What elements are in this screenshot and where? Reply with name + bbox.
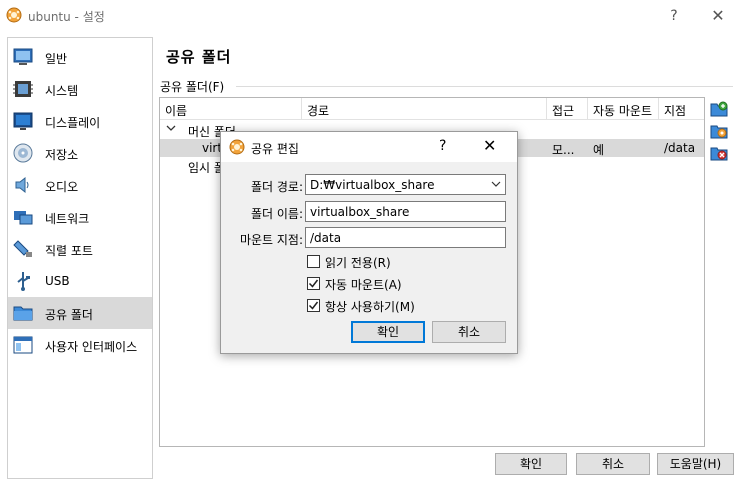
sidebar-item-display[interactable]: 디스플레이 — [8, 105, 152, 137]
virtualbox-app-icon — [6, 7, 22, 23]
chevron-down-icon[interactable] — [491, 179, 501, 189]
page-title: 공유 폴더 — [166, 48, 232, 66]
dialog-help-button[interactable]: ? — [439, 138, 446, 154]
sidebar-item-storage[interactable]: 저장소 — [8, 137, 152, 169]
sidebar-item-serial-port[interactable]: 직렬 포트 — [8, 233, 152, 265]
settings-sidebar: 일반 시스템 디스플레이 저장소 오디오 네트워크 직렬 포트 USB 공유 폴… — [7, 37, 153, 479]
add-folder-icon[interactable] — [710, 100, 728, 118]
storage-icon — [13, 143, 33, 163]
sidebar-item-audio[interactable]: 오디오 — [8, 169, 152, 201]
chevron-down-icon[interactable] — [166, 123, 176, 133]
read-only-label[interactable]: 읽기 전용(R) — [325, 254, 391, 271]
folder-path-value: D:₩virtualbox_share — [310, 178, 435, 192]
sidebar-item-user-interface[interactable]: 사용자 인터페이스 — [8, 329, 152, 361]
column-header-access[interactable]: 접근 — [552, 102, 574, 119]
help-button[interactable]: 도움말(H) — [657, 453, 734, 475]
sidebar-item-shared-folders[interactable]: 공유 폴더 — [8, 297, 152, 329]
folder-path-label: 폴더 경로: — [250, 180, 303, 194]
sidebar-item-network[interactable]: 네트워크 — [8, 201, 152, 233]
table-header: 이름 경로 접근 자동 마운트 지점 — [160, 98, 704, 120]
window-close-button[interactable]: ✕ — [700, 0, 736, 32]
display-icon — [13, 112, 33, 130]
usb-icon — [17, 272, 30, 291]
virtualbox-app-icon — [229, 139, 245, 155]
dialog-title: 공유 편집 — [251, 142, 299, 156]
network-icon — [14, 211, 33, 225]
dialog-ok-button[interactable]: 확인 — [351, 321, 425, 343]
user-interface-icon — [13, 336, 33, 354]
auto-mount-label[interactable]: 자동 마운트(A) — [325, 276, 402, 293]
mount-point-input[interactable]: /data — [305, 227, 506, 248]
row-auto-mount: 예 — [593, 143, 605, 157]
dialog-close-button[interactable]: ✕ — [483, 136, 496, 155]
window-title: ubuntu - 설정 — [28, 10, 105, 24]
mount-point-label: 마운트 지점: — [239, 233, 303, 247]
row-mount-point: /data — [664, 141, 696, 155]
window-titlebar: ubuntu - 설정 ? ✕ — [0, 0, 741, 32]
folder-path-combobox[interactable]: D:₩virtualbox_share — [305, 174, 506, 195]
column-header-mount-point[interactable]: 지점 — [664, 102, 686, 119]
window-help-button[interactable]: ? — [660, 0, 688, 32]
dialog-cancel-button[interactable]: 취소 — [432, 321, 506, 343]
edit-share-dialog: 공유 편집 ? ✕ 폴더 경로: D:₩virtualbox_share 폴더 … — [220, 131, 518, 354]
serial-port-icon — [13, 240, 32, 257]
checkmark-icon — [308, 279, 319, 288]
edit-folder-icon[interactable] — [710, 122, 728, 140]
make-permanent-label[interactable]: 항상 사용하기(M) — [325, 298, 415, 315]
remove-folder-icon[interactable] — [710, 144, 728, 162]
column-header-auto-mount[interactable]: 자동 마운트 — [593, 102, 652, 119]
column-header-name[interactable]: 이름 — [165, 102, 187, 119]
sidebar-item-usb[interactable]: USB — [8, 265, 152, 297]
group-divider — [236, 86, 733, 87]
sidebar-item-system[interactable]: 시스템 — [8, 73, 152, 105]
row-access: 모... — [552, 143, 575, 157]
make-permanent-checkbox[interactable] — [307, 299, 320, 312]
sidebar-item-general[interactable]: 일반 — [8, 41, 152, 73]
general-icon — [13, 48, 33, 65]
read-only-checkbox[interactable] — [307, 255, 320, 268]
checkmark-icon — [308, 301, 319, 310]
system-icon — [13, 81, 33, 97]
shared-folder-icon — [13, 306, 33, 321]
ok-button[interactable]: 확인 — [495, 453, 567, 475]
auto-mount-checkbox[interactable] — [307, 277, 320, 290]
folder-name-label: 폴더 이름: — [250, 207, 303, 221]
audio-icon — [15, 176, 29, 194]
folder-name-input[interactable]: virtualbox_share — [305, 201, 506, 222]
cancel-button[interactable]: 취소 — [576, 453, 650, 475]
column-header-path[interactable]: 경로 — [307, 102, 329, 119]
shared-folders-group-label: 공유 폴더(F) — [160, 78, 229, 95]
dialog-titlebar: 공유 편집 ? ✕ — [221, 132, 517, 162]
